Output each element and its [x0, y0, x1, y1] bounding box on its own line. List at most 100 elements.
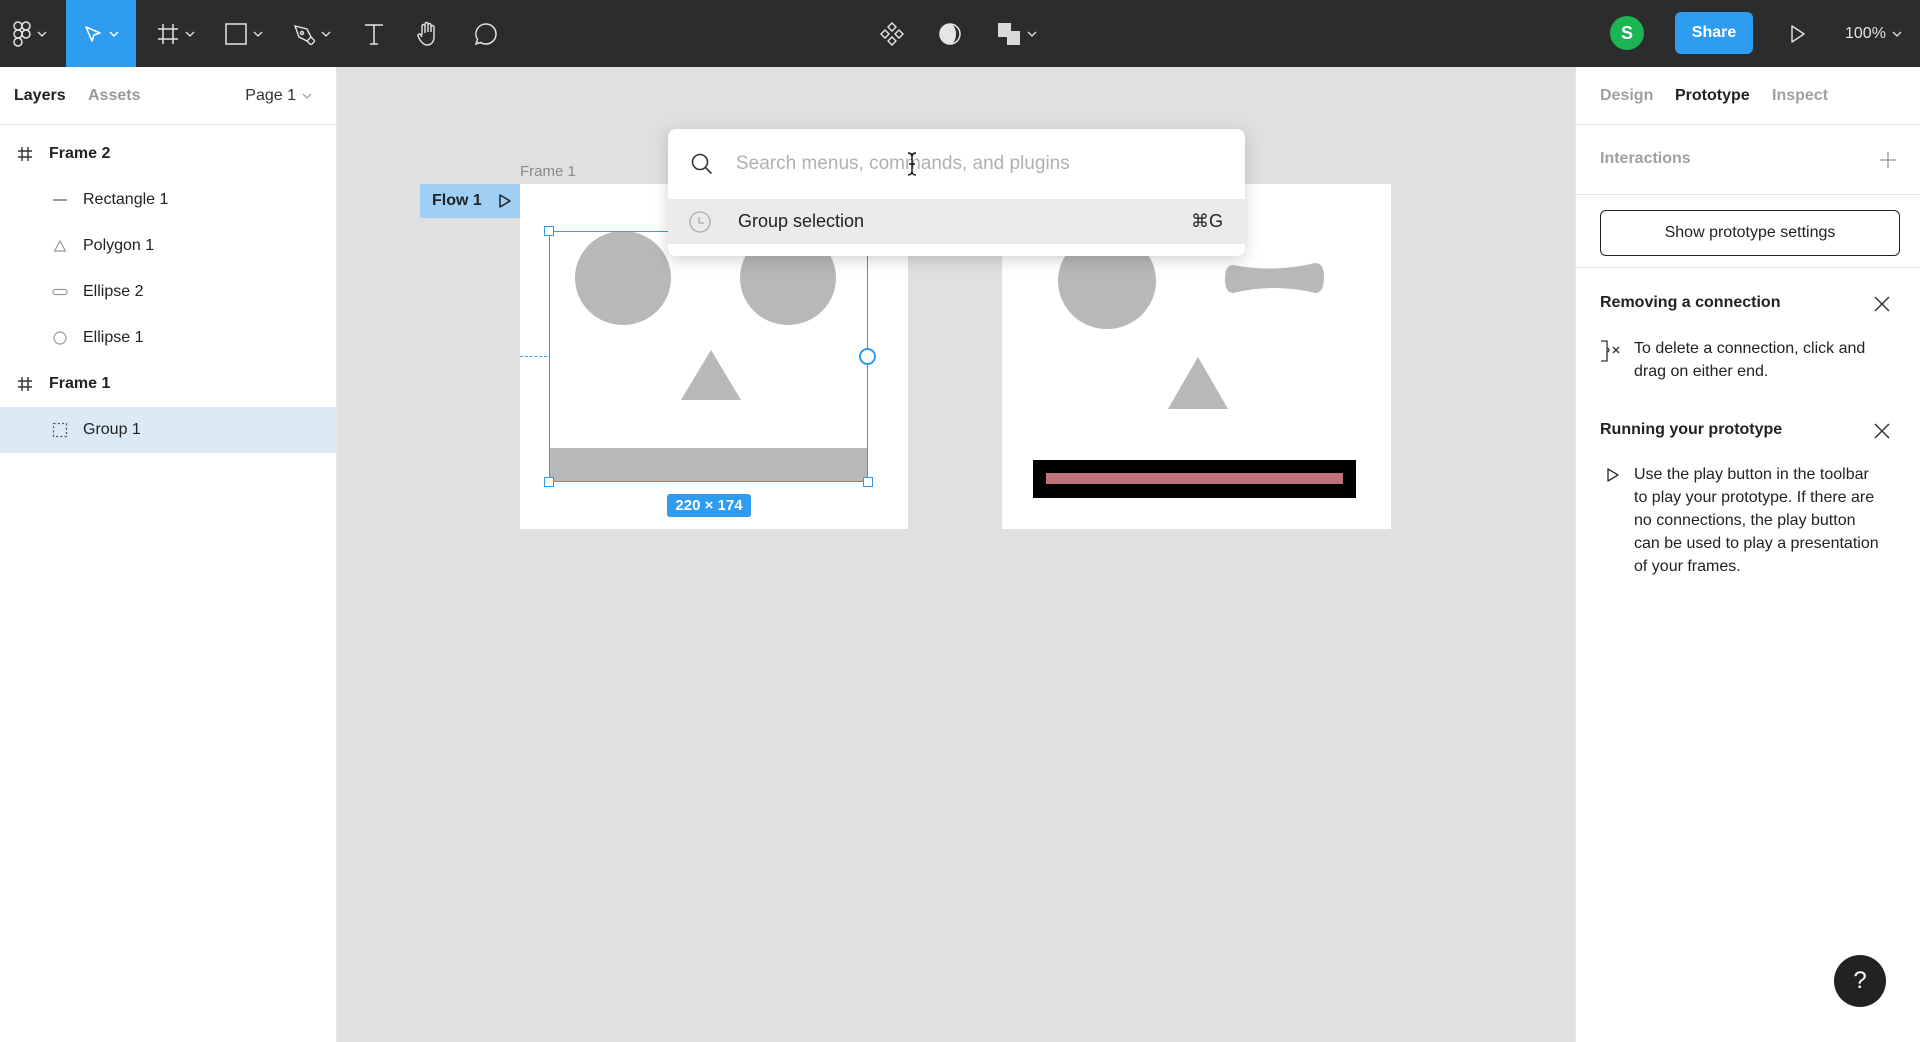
layer-name: Ellipse 2	[83, 283, 144, 300]
tip-title-removing-connection: Removing a connection	[1600, 294, 1781, 311]
page-selector[interactable]: Page 1	[245, 87, 312, 105]
present-button[interactable]	[1778, 0, 1818, 67]
boolean-icon	[998, 22, 1020, 45]
chevron-down-icon	[185, 31, 195, 37]
resize-handle-bottom-right[interactable]	[863, 477, 873, 487]
figma-logo-icon	[13, 20, 31, 47]
search-icon	[691, 153, 713, 175]
close-tip-button[interactable]	[1870, 419, 1894, 443]
palette-search-row	[668, 129, 1245, 199]
boolean-ops-button[interactable]	[994, 0, 1040, 67]
add-interaction-icon[interactable]	[1879, 151, 1897, 169]
pen-tool-button[interactable]	[284, 0, 340, 67]
tip-body-running-prototype: Use the play button in the toolbar to pl…	[1634, 466, 1879, 575]
flow-connector-line	[520, 356, 547, 357]
palette-item-group-selection[interactable]: Group selection ⌘G	[668, 199, 1245, 244]
layer-frame-1[interactable]: Frame 1	[0, 361, 336, 407]
group-icon	[50, 420, 70, 440]
hand-icon	[417, 21, 435, 46]
play-icon	[499, 194, 511, 208]
tip-body-removing-connection: To delete a connection, click and drag o…	[1634, 340, 1866, 380]
components-button[interactable]	[874, 0, 910, 67]
layer-group-1[interactable]: Group 1	[0, 407, 336, 453]
move-tool-button[interactable]	[66, 0, 136, 67]
tip-title-running-prototype: Running your prototype	[1600, 421, 1783, 438]
shape-tool-button[interactable]	[216, 0, 272, 67]
connection-remove-icon	[1601, 340, 1620, 362]
clock-icon	[689, 211, 711, 233]
comment-tool-button[interactable]	[464, 0, 508, 67]
selection-bounding-box[interactable]	[549, 231, 868, 482]
play-icon	[1791, 24, 1805, 43]
hand-tool-button[interactable]	[406, 0, 450, 67]
rectangle-1-mouth[interactable]	[1033, 460, 1356, 498]
layer-name: Rectangle 1	[83, 191, 169, 208]
selection-size-badge: 220 × 174	[667, 494, 751, 517]
close-tip-button[interactable]	[1870, 292, 1894, 316]
tips-section: Removing a connection To delete a connec…	[1576, 268, 1920, 768]
show-prototype-settings-button[interactable]: Show prototype settings	[1600, 210, 1900, 256]
chevron-down-icon	[321, 31, 331, 37]
flow-starting-point[interactable]: Flow 1	[420, 184, 520, 218]
resize-handle-bottom-left[interactable]	[544, 477, 554, 487]
layer-ellipse-2[interactable]: Ellipse 2	[0, 269, 336, 315]
main-menu-button[interactable]	[0, 0, 60, 67]
interactions-label: Interactions	[1600, 150, 1691, 167]
text-icon	[365, 23, 383, 45]
chevron-down-icon	[109, 30, 119, 37]
tab-inspect[interactable]: Inspect	[1772, 87, 1828, 105]
right-panel-tabs: Design Prototype Inspect	[1576, 67, 1920, 125]
flow-label: Flow 1	[432, 192, 482, 209]
chevron-down-icon	[302, 93, 312, 99]
tab-layers[interactable]: Layers	[14, 87, 66, 105]
pen-icon	[293, 24, 315, 45]
layer-rectangle-1[interactable]: Rectangle 1	[0, 177, 336, 223]
ellipse-2-squiggle[interactable]	[1225, 261, 1325, 295]
chevron-down-icon	[1027, 31, 1037, 37]
layer-name: Polygon 1	[83, 237, 155, 254]
user-avatar[interactable]: S	[1610, 16, 1644, 50]
help-label: ?	[1853, 967, 1867, 994]
zoom-dropdown[interactable]: 100%	[1845, 0, 1902, 67]
avatar-initial: S	[1620, 22, 1633, 43]
play-icon	[1607, 468, 1619, 482]
layer-frame-2[interactable]: Frame 2	[0, 131, 336, 177]
mask-button[interactable]	[932, 0, 968, 67]
layer-ellipse-1[interactable]: Ellipse 1	[0, 315, 336, 361]
frame-icon	[15, 144, 35, 164]
chevron-down-icon	[1892, 31, 1902, 37]
comment-icon	[474, 22, 497, 45]
chevron-down-icon	[37, 31, 47, 37]
frame-tool-button[interactable]	[148, 0, 204, 67]
layers-panel: Layers Assets Page 1 Frame 2 Rectangle 1…	[0, 67, 337, 1042]
prototype-connection-handle[interactable]	[859, 348, 876, 365]
circle-icon	[50, 328, 70, 348]
left-panel-tabs: Layers Assets Page 1	[0, 67, 336, 125]
chevron-down-icon	[253, 31, 263, 37]
layer-name: Frame 2	[49, 145, 111, 162]
line-icon	[50, 190, 70, 210]
rectangle-1-inner-bar	[1046, 473, 1343, 484]
tab-prototype[interactable]: Prototype	[1675, 87, 1750, 105]
help-button[interactable]: ?	[1834, 955, 1886, 1007]
layer-name: Frame 1	[49, 375, 111, 392]
command-palette: Group selection ⌘G	[668, 129, 1245, 256]
tab-design[interactable]: Design	[1600, 87, 1653, 105]
command-search-input[interactable]	[736, 147, 1226, 181]
layer-polygon-1[interactable]: Polygon 1	[0, 223, 336, 269]
close-icon	[1874, 423, 1890, 439]
zoom-level-value: 100%	[1845, 24, 1886, 42]
text-tool-button[interactable]	[352, 0, 396, 67]
tab-assets[interactable]: Assets	[88, 87, 140, 105]
layer-name: Ellipse 1	[83, 329, 144, 346]
frame-1-label[interactable]: Frame 1	[520, 163, 576, 180]
resize-handle-top-left[interactable]	[544, 226, 554, 236]
mask-icon	[939, 22, 961, 45]
layer-name: Group 1	[83, 421, 141, 438]
share-button[interactable]: Share	[1675, 12, 1753, 54]
frame-hash-icon	[158, 23, 178, 44]
pill-icon	[50, 282, 70, 302]
frame-icon	[15, 374, 35, 394]
text-cursor-icon	[907, 152, 917, 176]
polygon-1-nose[interactable]	[1167, 357, 1229, 409]
